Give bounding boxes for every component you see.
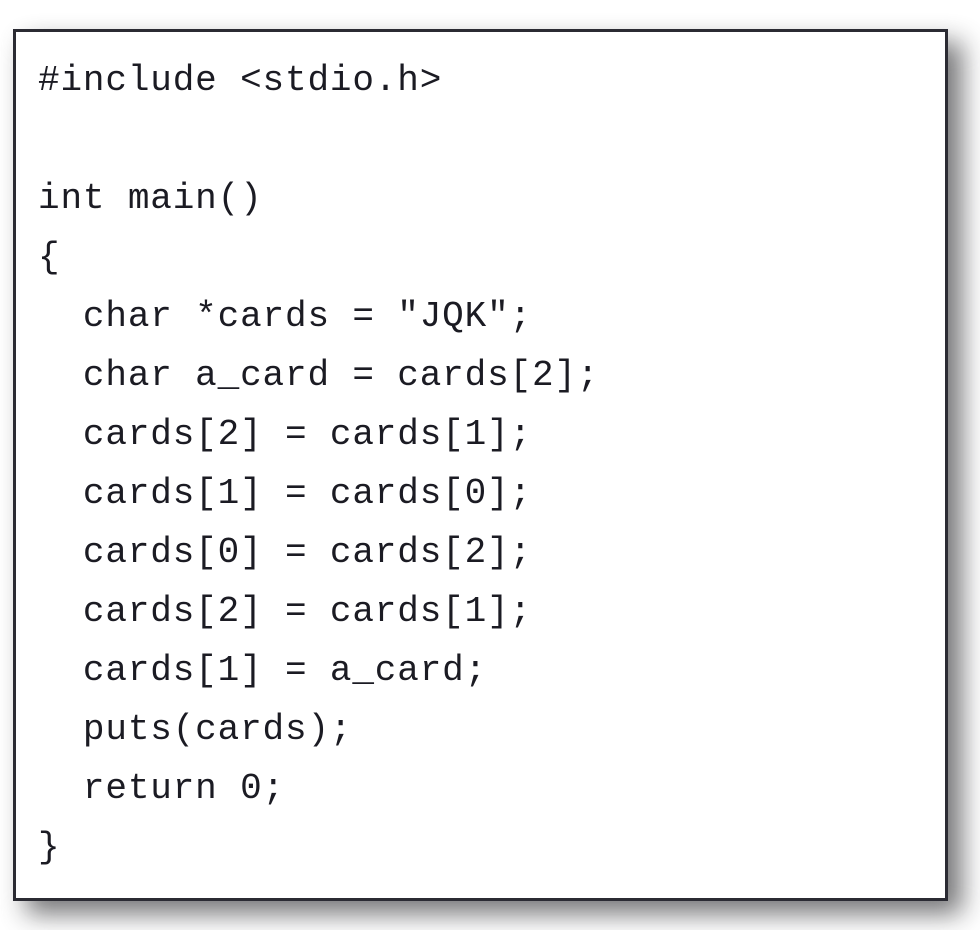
code-line: cards[1] = cards[0]; [38,473,532,514]
code-listing: #include <stdio.h> int main() { char *card… [38,51,941,877]
code-line: cards[0] = cards[2]; [38,532,532,573]
code-line: char a_card = cards[2]; [38,355,600,396]
code-line: cards[2] = cards[1]; [38,414,532,455]
code-line: int main() [38,178,263,219]
code-line: cards[2] = cards[1]; [38,591,532,632]
page-root: #include <stdio.h> int main() { char *card… [0,0,980,930]
code-line: char *cards = "JQK"; [38,296,532,337]
code-line: return 0; [38,768,285,809]
code-line: #include <stdio.h> [38,60,443,101]
code-card: #include <stdio.h> int main() { char *card… [13,29,948,901]
code-line: cards[1] = a_card; [38,650,488,691]
code-line: } [38,827,61,868]
code-line: { [38,237,61,278]
code-line: puts(cards); [38,709,353,750]
